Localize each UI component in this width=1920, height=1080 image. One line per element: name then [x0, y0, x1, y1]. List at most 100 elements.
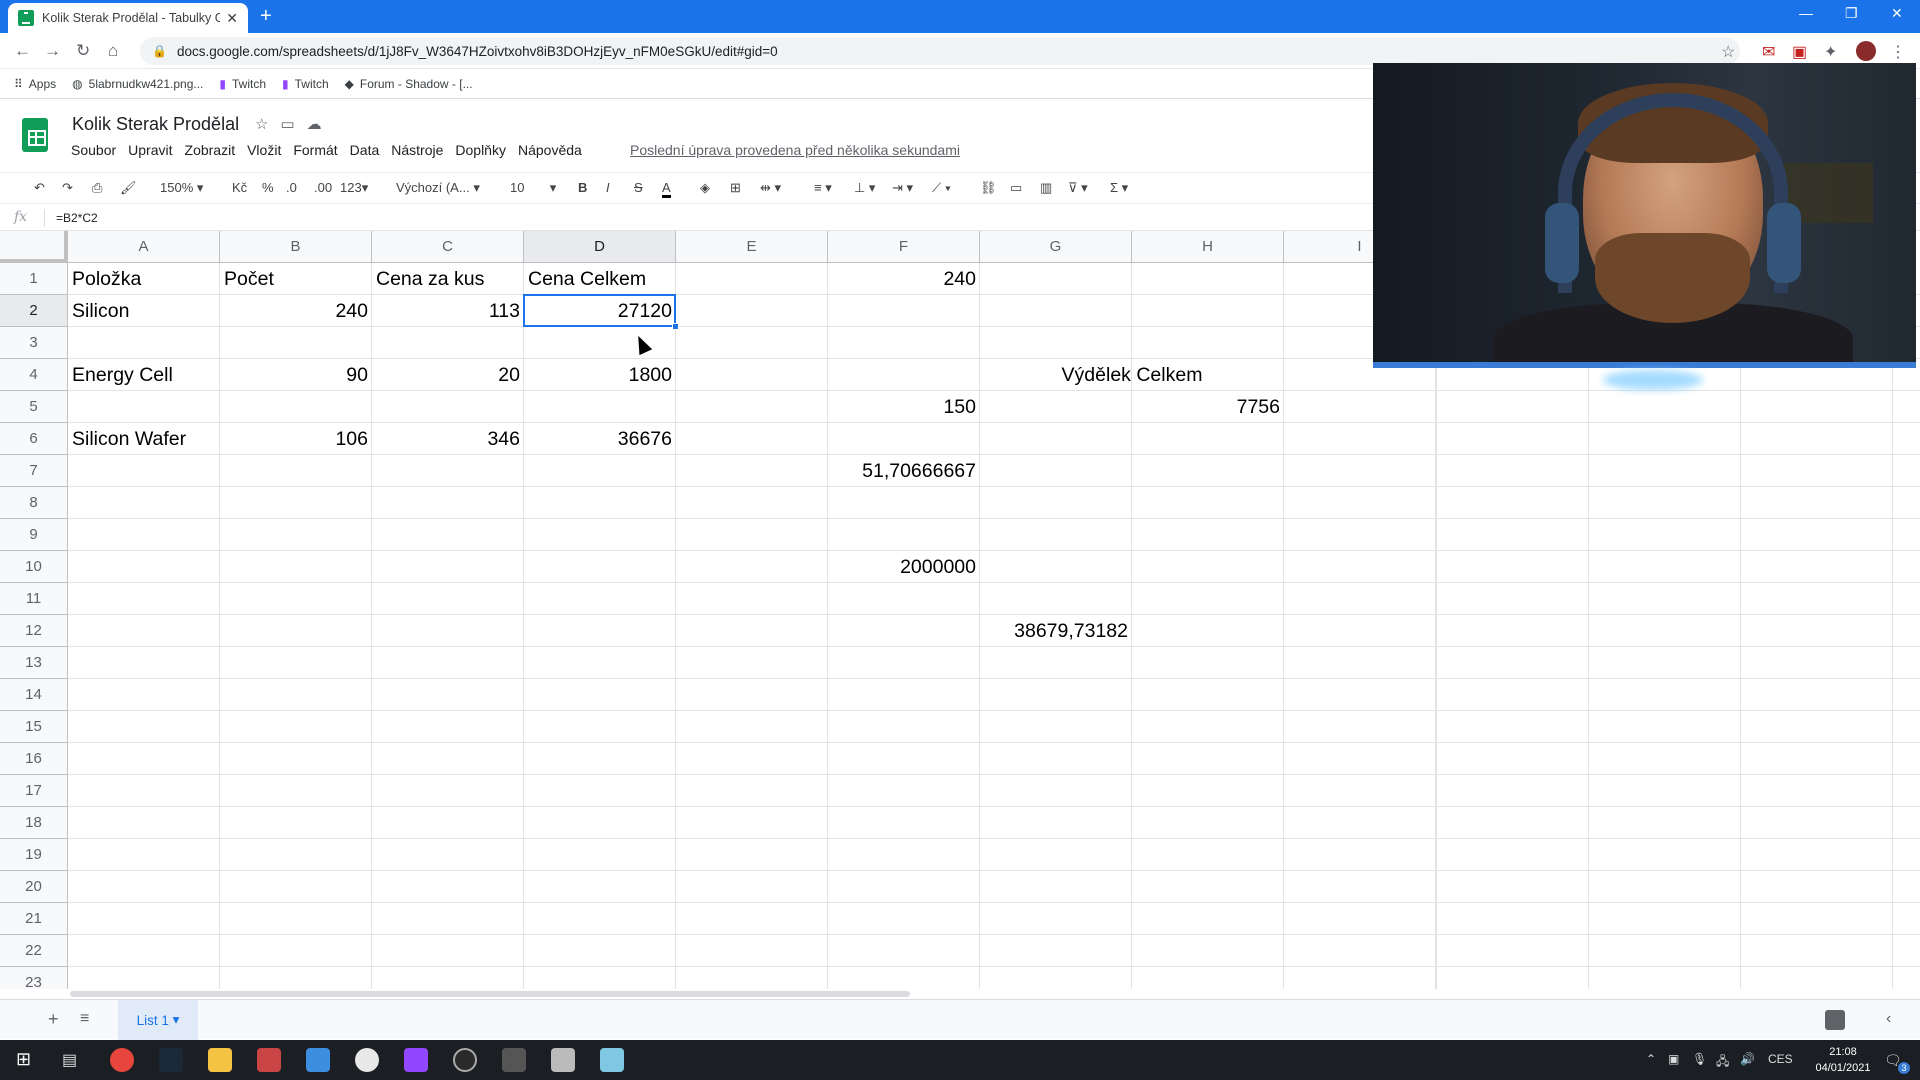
tray-chevron-icon[interactable]: ⌃: [1646, 1052, 1656, 1066]
cell-g4[interactable]: Výdělek Celkem: [980, 359, 1284, 391]
row-header-19[interactable]: 19: [0, 839, 68, 871]
row-header-2[interactable]: 2: [0, 295, 68, 327]
row-header-3[interactable]: 3: [0, 327, 68, 359]
strikethrough-button[interactable]: S: [634, 180, 643, 195]
undo-icon[interactable]: ↶: [34, 180, 45, 196]
insert-link-icon[interactable]: ⛓: [980, 180, 997, 196]
obs-taskbar-icon[interactable]: [453, 1048, 477, 1072]
bookmark-apps[interactable]: ⠿ Apps: [14, 77, 56, 91]
merge-cells-icon[interactable]: ⇹ ▾: [760, 180, 781, 196]
row-header-23[interactable]: 23: [0, 967, 68, 989]
row-header-22[interactable]: 22: [0, 935, 68, 967]
filter-icon[interactable]: ⊽ ▾: [1068, 180, 1088, 196]
borders-icon[interactable]: ⊞: [730, 180, 741, 196]
cell-h5[interactable]: 7756: [1132, 391, 1284, 423]
row-header-4[interactable]: 4: [0, 359, 68, 391]
back-icon[interactable]: ←: [14, 41, 31, 61]
cell-f10[interactable]: 2000000: [828, 551, 980, 583]
puzzle-extensions-icon[interactable]: ✦: [1824, 42, 1837, 62]
row-header-6[interactable]: 6: [0, 423, 68, 455]
move-folder-icon[interactable]: ▭: [280, 116, 306, 133]
horizontal-scrollbar[interactable]: [70, 989, 1910, 999]
row-header-18[interactable]: 18: [0, 807, 68, 839]
taskbar-clock[interactable]: 21:08 04/01/2021: [1808, 1044, 1878, 1076]
minimize-icon[interactable]: —: [1799, 5, 1813, 21]
cell-d4[interactable]: 1800: [524, 359, 676, 391]
percent-button[interactable]: %: [262, 180, 274, 195]
more-formats-button[interactable]: 123▾: [340, 180, 368, 196]
reload-icon[interactable]: ↻: [76, 41, 90, 61]
row-header-5[interactable]: 5: [0, 391, 68, 423]
column-header-d[interactable]: D: [524, 231, 676, 263]
redo-icon[interactable]: ↷: [62, 180, 73, 196]
bookmark-forum[interactable]: ◆ Forum - Shadow - [...: [345, 77, 473, 91]
app-taskbar-icon-5[interactable]: [551, 1048, 575, 1072]
menu-nastroje[interactable]: Nástroje: [391, 142, 443, 158]
bookmark-twitch-1[interactable]: ▮ Twitch: [219, 77, 266, 91]
row-header-9[interactable]: 9: [0, 519, 68, 551]
close-window-icon[interactable]: ✕: [1891, 5, 1903, 22]
horizontal-align-icon[interactable]: ≡ ▾: [814, 180, 832, 196]
fill-color-icon[interactable]: ◈: [700, 180, 710, 196]
restore-icon[interactable]: ❐: [1845, 5, 1858, 22]
insert-chart-icon[interactable]: ▥: [1040, 180, 1052, 196]
text-color-button[interactable]: A: [662, 180, 671, 198]
cell-g12[interactable]: 38679,73182: [980, 615, 1132, 647]
cell-b2[interactable]: 240: [220, 295, 372, 327]
row-header-12[interactable]: 12: [0, 615, 68, 647]
row-header-20[interactable]: 20: [0, 871, 68, 903]
cell-d6[interactable]: 36676: [524, 423, 676, 455]
increase-decimal-button[interactable]: .00: [314, 180, 332, 195]
cell-c1[interactable]: Cena za kus: [372, 263, 524, 295]
row-header-21[interactable]: 21: [0, 903, 68, 935]
windows-start-icon[interactable]: ⊞: [16, 1049, 31, 1070]
menu-napoveda[interactable]: Nápověda: [518, 142, 582, 158]
star-icon[interactable]: ☆: [255, 116, 280, 133]
cell-a1[interactable]: Položka: [68, 263, 220, 295]
add-sheet-button[interactable]: +: [48, 1009, 59, 1030]
cell-d1[interactable]: Cena Celkem: [524, 263, 676, 295]
row-header-17[interactable]: 17: [0, 775, 68, 807]
font-select[interactable]: Výchozí (A... ▾: [396, 180, 480, 196]
all-sheets-icon[interactable]: ≡: [80, 1010, 89, 1028]
menu-soubor[interactable]: Soubor: [71, 142, 116, 158]
column-header-c[interactable]: C: [372, 231, 524, 263]
cell-c4[interactable]: 20: [372, 359, 524, 391]
scrollbar-thumb[interactable]: [70, 991, 910, 997]
steam-taskbar-icon[interactable]: [159, 1048, 183, 1072]
url-input[interactable]: 🔒 docs.google.com/spreadsheets/d/1jJ8Fv_…: [140, 37, 1740, 65]
network-icon[interactable]: 🖧: [1716, 1052, 1729, 1073]
cell-f5[interactable]: 150: [828, 391, 980, 423]
menu-upravit[interactable]: Upravit: [128, 142, 172, 158]
cell-b6[interactable]: 106: [220, 423, 372, 455]
new-tab-button[interactable]: +: [260, 4, 272, 28]
italic-button[interactable]: I: [606, 180, 610, 195]
app-taskbar-icon-2[interactable]: [306, 1048, 330, 1072]
app-taskbar-icon-4[interactable]: [502, 1048, 526, 1072]
browser-tab[interactable]: Kolik Sterak Prodělal - Tabulky G ✕: [8, 3, 248, 33]
microphone-icon[interactable]: 🎙: [1692, 1052, 1707, 1066]
vertical-align-icon[interactable]: ⊥ ▾: [854, 180, 875, 196]
chrome-taskbar-icon[interactable]: [110, 1048, 134, 1072]
sheet-tab-list-1[interactable]: List 1 ▾: [118, 1000, 198, 1040]
text-wrap-icon[interactable]: ⇥ ▾: [892, 180, 913, 196]
cell-f7[interactable]: 51,70666667: [828, 455, 980, 487]
insert-comment-icon[interactable]: ▭: [1010, 180, 1022, 196]
fill-handle[interactable]: [672, 323, 679, 330]
cloud-status-icon[interactable]: ☁: [307, 116, 334, 133]
last-edit-link[interactable]: Poslední úprava provedena před několika …: [630, 142, 960, 158]
cell-c2[interactable]: 113: [372, 295, 524, 327]
sheets-logo-icon[interactable]: [22, 118, 48, 152]
close-tab-icon[interactable]: ✕: [226, 10, 238, 27]
font-size-select[interactable]: 10 ▾: [510, 180, 556, 196]
currency-button[interactable]: Kč: [232, 180, 247, 195]
column-header-a[interactable]: A: [68, 231, 220, 263]
row-header-15[interactable]: 15: [0, 711, 68, 743]
row-header-16[interactable]: 16: [0, 743, 68, 775]
cell-a4[interactable]: Energy Cell: [68, 359, 220, 391]
decrease-decimal-button[interactable]: .0: [286, 180, 297, 195]
extension-icon[interactable]: ▣: [1792, 42, 1807, 62]
row-header-10[interactable]: 10: [0, 551, 68, 583]
tray-app-icon[interactable]: ▣: [1668, 1052, 1679, 1066]
profile-avatar[interactable]: [1856, 41, 1876, 61]
